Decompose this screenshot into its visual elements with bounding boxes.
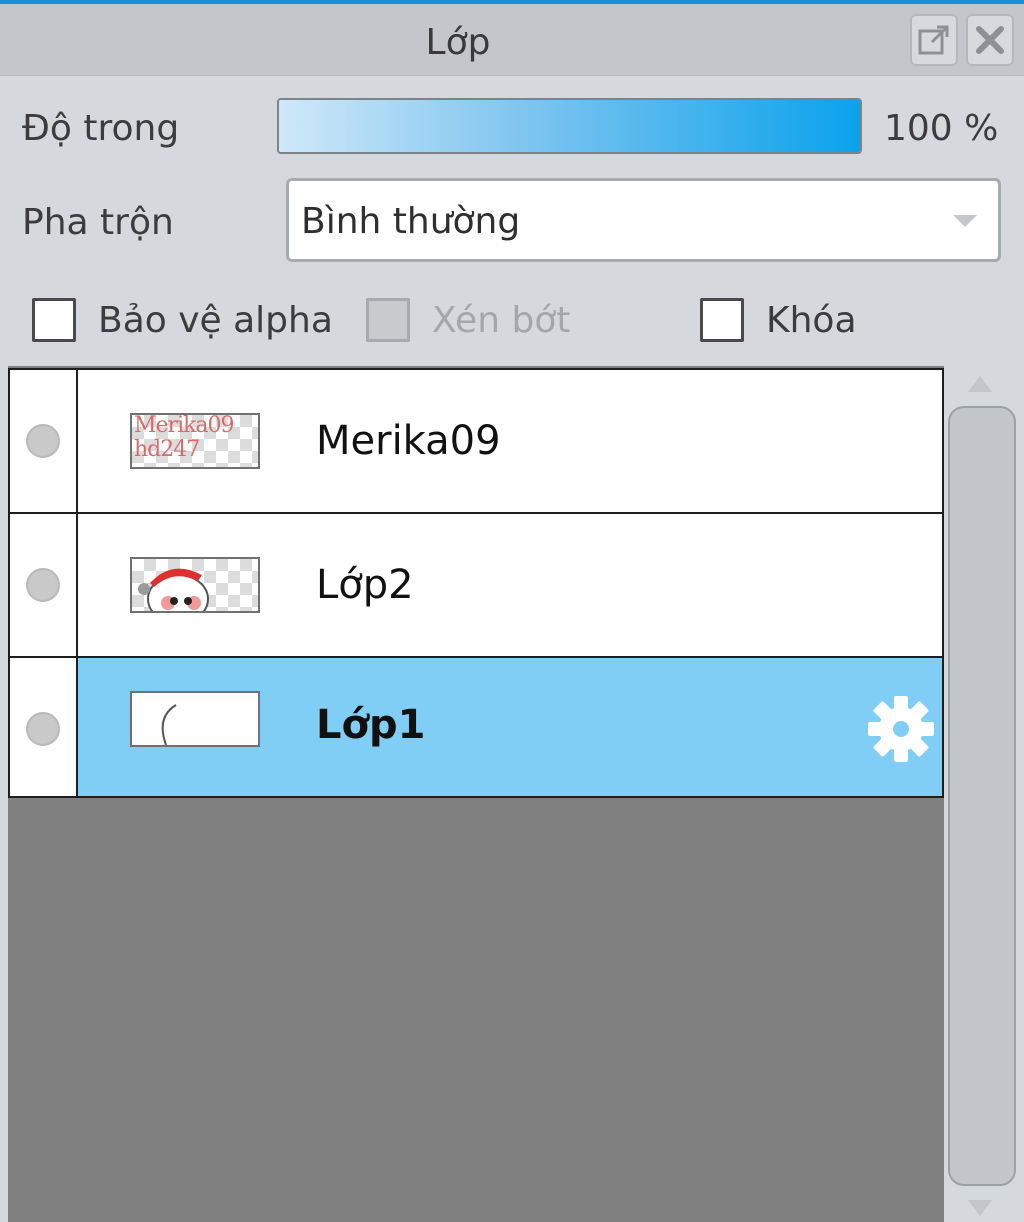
visibility-toggle[interactable] [10, 514, 78, 656]
lock-box[interactable] [700, 298, 744, 342]
lock-label: Khóa [766, 299, 857, 341]
alpha-protect-box[interactable] [32, 298, 76, 342]
layer-name: Merika09 [316, 418, 501, 464]
blend-mode-value: Bình thường [301, 201, 521, 242]
sketch-stroke-icon [161, 704, 177, 745]
blend-label: Pha trộn [22, 202, 174, 243]
layer-name: Lớp1 [316, 702, 426, 748]
chevron-down-icon [953, 215, 977, 227]
opacity-label: Độ trong [22, 108, 180, 149]
layer-name: Lớp2 [316, 562, 414, 608]
visibility-dot-icon [26, 424, 60, 458]
panel-title: Lớp [425, 22, 491, 63]
visibility-toggle[interactable] [10, 370, 78, 512]
popout-icon [918, 25, 949, 55]
clip-checkbox: Xén bớt [366, 296, 570, 344]
clip-label: Xén bớt [432, 299, 571, 341]
blend-mode-select[interactable]: Bình thường [286, 178, 1001, 262]
scroll-down-arrow-icon[interactable] [966, 1198, 994, 1220]
lock-checkbox[interactable]: Khóa [700, 296, 857, 344]
clip-box [366, 298, 410, 342]
layer-row[interactable]: Merika09 hd247 Merika09 [8, 368, 944, 514]
gear-icon[interactable] [866, 694, 936, 764]
opacity-value: 100 % [884, 108, 999, 149]
visibility-dot-icon [26, 568, 60, 602]
visibility-dot-icon [26, 712, 60, 746]
close-button[interactable] [966, 14, 1014, 66]
layer-panel: Lớp Độ trong 100 % Pha trộn Bình thường … [0, 0, 1024, 1222]
layer-row-selected[interactable]: Lớp1 [8, 656, 944, 798]
alpha-protect-checkbox[interactable]: Bảo vệ alpha [32, 296, 333, 344]
layer-thumbnail [130, 557, 260, 613]
visibility-toggle[interactable] [10, 658, 78, 796]
scrollbar-thumb[interactable] [948, 406, 1016, 1186]
opacity-slider[interactable] [277, 98, 862, 154]
thumbnail-text: Merika09 hd247 [134, 413, 235, 462]
scroll-up-arrow-icon[interactable] [966, 372, 994, 394]
layer-thumbnail: Merika09 hd247 [130, 413, 260, 469]
alpha-protect-label: Bảo vệ alpha [98, 299, 333, 341]
layer-row[interactable]: Lớp2 [8, 512, 944, 658]
panel-titlebar[interactable]: Lớp [0, 4, 1024, 76]
popout-button[interactable] [910, 14, 958, 66]
close-icon [976, 26, 1004, 54]
character-face-icon [138, 568, 209, 611]
layer-thumbnail [130, 691, 260, 747]
opacity-slider-fill [279, 100, 860, 152]
